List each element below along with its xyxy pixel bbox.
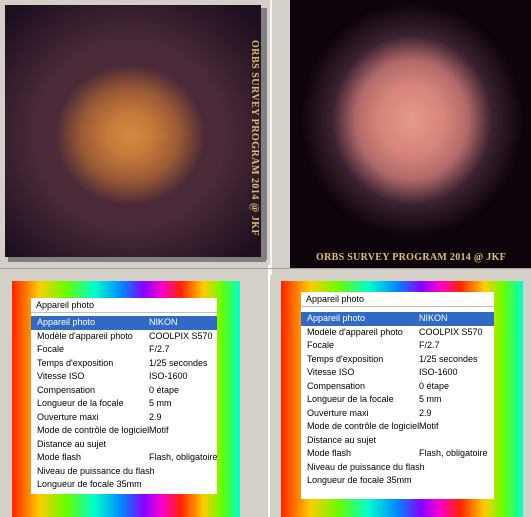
exif-row[interactable]: Distance au sujet	[31, 438, 217, 452]
exif-row[interactable]: Ouverture maxi 2.9	[301, 407, 494, 421]
exif-row[interactable]: Mode flash Flash, obligatoire	[301, 447, 494, 461]
left-orb-photo	[5, 5, 261, 257]
exif-row[interactable]: Ouverture maxi 2.9	[31, 411, 217, 425]
right-orb-photo-panel: ORBS SURVEY PROGRAM 2014 @ JKF	[270, 0, 531, 275]
exif-row[interactable]: Mode de contrôle de logiciel Motif	[301, 420, 494, 434]
horizontal-divider	[0, 268, 531, 269]
photo-shadow	[261, 8, 267, 260]
left-exif-properties[interactable]: Appareil photo Appareil photo NIKON Modèl…	[31, 298, 218, 494]
right-exif-properties[interactable]: Appareil photo Appareil photo NIKON Modèl…	[301, 292, 494, 499]
exif-row[interactable]: Mode flash Flash, obligatoire	[31, 451, 218, 465]
right-orb-photo	[290, 0, 531, 268]
exif-section-title: Appareil photo	[31, 298, 217, 313]
exif-row[interactable]: Appareil photo NIKON	[31, 316, 217, 330]
exif-row[interactable]: Longueur de focale 35mm	[31, 478, 217, 492]
exif-row[interactable]: Niveau de puissance du flash	[301, 461, 494, 475]
exif-row[interactable]: Compensation 0 étape	[31, 384, 217, 398]
exif-row[interactable]: Distance au sujet	[301, 434, 494, 448]
exif-row[interactable]: Niveau de puissance du flash	[31, 465, 217, 479]
exif-row[interactable]: Vitesse ISO ISO-1600	[31, 370, 217, 384]
exif-row[interactable]: Mode de contrôle de logiciel Motif	[31, 424, 217, 438]
exif-row[interactable]: Modèle d'appareil photo COOLPIX S570	[301, 326, 494, 340]
exif-row[interactable]: Longueur de focale 35mm	[301, 474, 494, 488]
exif-row[interactable]: Vitesse ISO ISO-1600	[301, 366, 494, 380]
exif-list: Appareil photo NIKON Modèle d'appareil ph…	[301, 312, 494, 488]
exif-section-title: Appareil photo	[301, 292, 494, 307]
exif-row[interactable]: Modèle d'appareil photo COOLPIX S570	[31, 330, 217, 344]
exif-row[interactable]: Longueur de la focale 5 mm	[301, 393, 494, 407]
exif-row[interactable]: Longueur de la focale 5 mm	[31, 397, 217, 411]
exif-row[interactable]: Appareil photo NIKON	[301, 312, 494, 326]
left-orb-photo-panel: ORBS SURVEY PROGRAM 2014 @ JKF	[0, 0, 270, 265]
left-photo-watermark: ORBS SURVEY PROGRAM 2014 @ JKF	[249, 40, 260, 237]
right-photo-watermark: ORBS SURVEY PROGRAM 2014 @ JKF	[316, 252, 507, 263]
exif-row[interactable]: Temps d'exposition 1/25 secondes	[31, 357, 217, 371]
exif-row[interactable]: Focale F/2.7	[31, 343, 217, 357]
exif-list: Appareil photo NIKON Modèle d'appareil ph…	[31, 316, 218, 492]
photo-shadow	[8, 257, 266, 262]
exif-row[interactable]: Compensation 0 étape	[301, 380, 494, 394]
exif-row[interactable]: Focale F/2.7	[301, 339, 494, 353]
exif-row[interactable]: Temps d'exposition 1/25 secondes	[301, 353, 494, 367]
